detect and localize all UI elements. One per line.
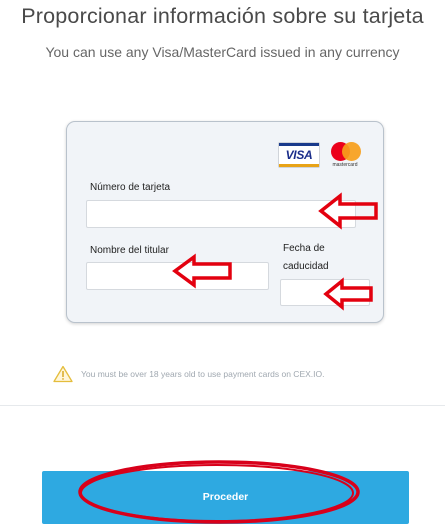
- annotation-arrow-holder-name: [172, 253, 232, 289]
- annotation-arrow-card-number: [318, 192, 378, 230]
- expiry-label: Fecha de caducidad: [283, 240, 329, 276]
- age-notice: You must be over 18 years old to use pay…: [53, 365, 413, 383]
- page-subtitle: You can use any Visa/MasterCard issued i…: [45, 44, 400, 60]
- card-number-label: Número de tarjeta: [90, 182, 171, 193]
- warning-triangle-icon: [53, 365, 73, 383]
- mastercard-logo: mastercard: [323, 140, 367, 172]
- visa-logo: VISA: [278, 142, 320, 168]
- expiry-label-line-1: Fecha de: [283, 243, 325, 254]
- expiry-label-line-2: caducidad: [283, 261, 329, 272]
- card-number-input[interactable]: [86, 200, 356, 228]
- page-title: Proporcionar información sobre su tarjet…: [21, 4, 424, 28]
- holder-name-label: Nombre del titular: [90, 245, 169, 256]
- divider: [0, 405, 445, 406]
- annotation-arrow-expiry: [323, 277, 373, 311]
- age-notice-text: You must be over 18 years old to use pay…: [81, 369, 325, 379]
- annotation-ring-proceed: [78, 460, 360, 524]
